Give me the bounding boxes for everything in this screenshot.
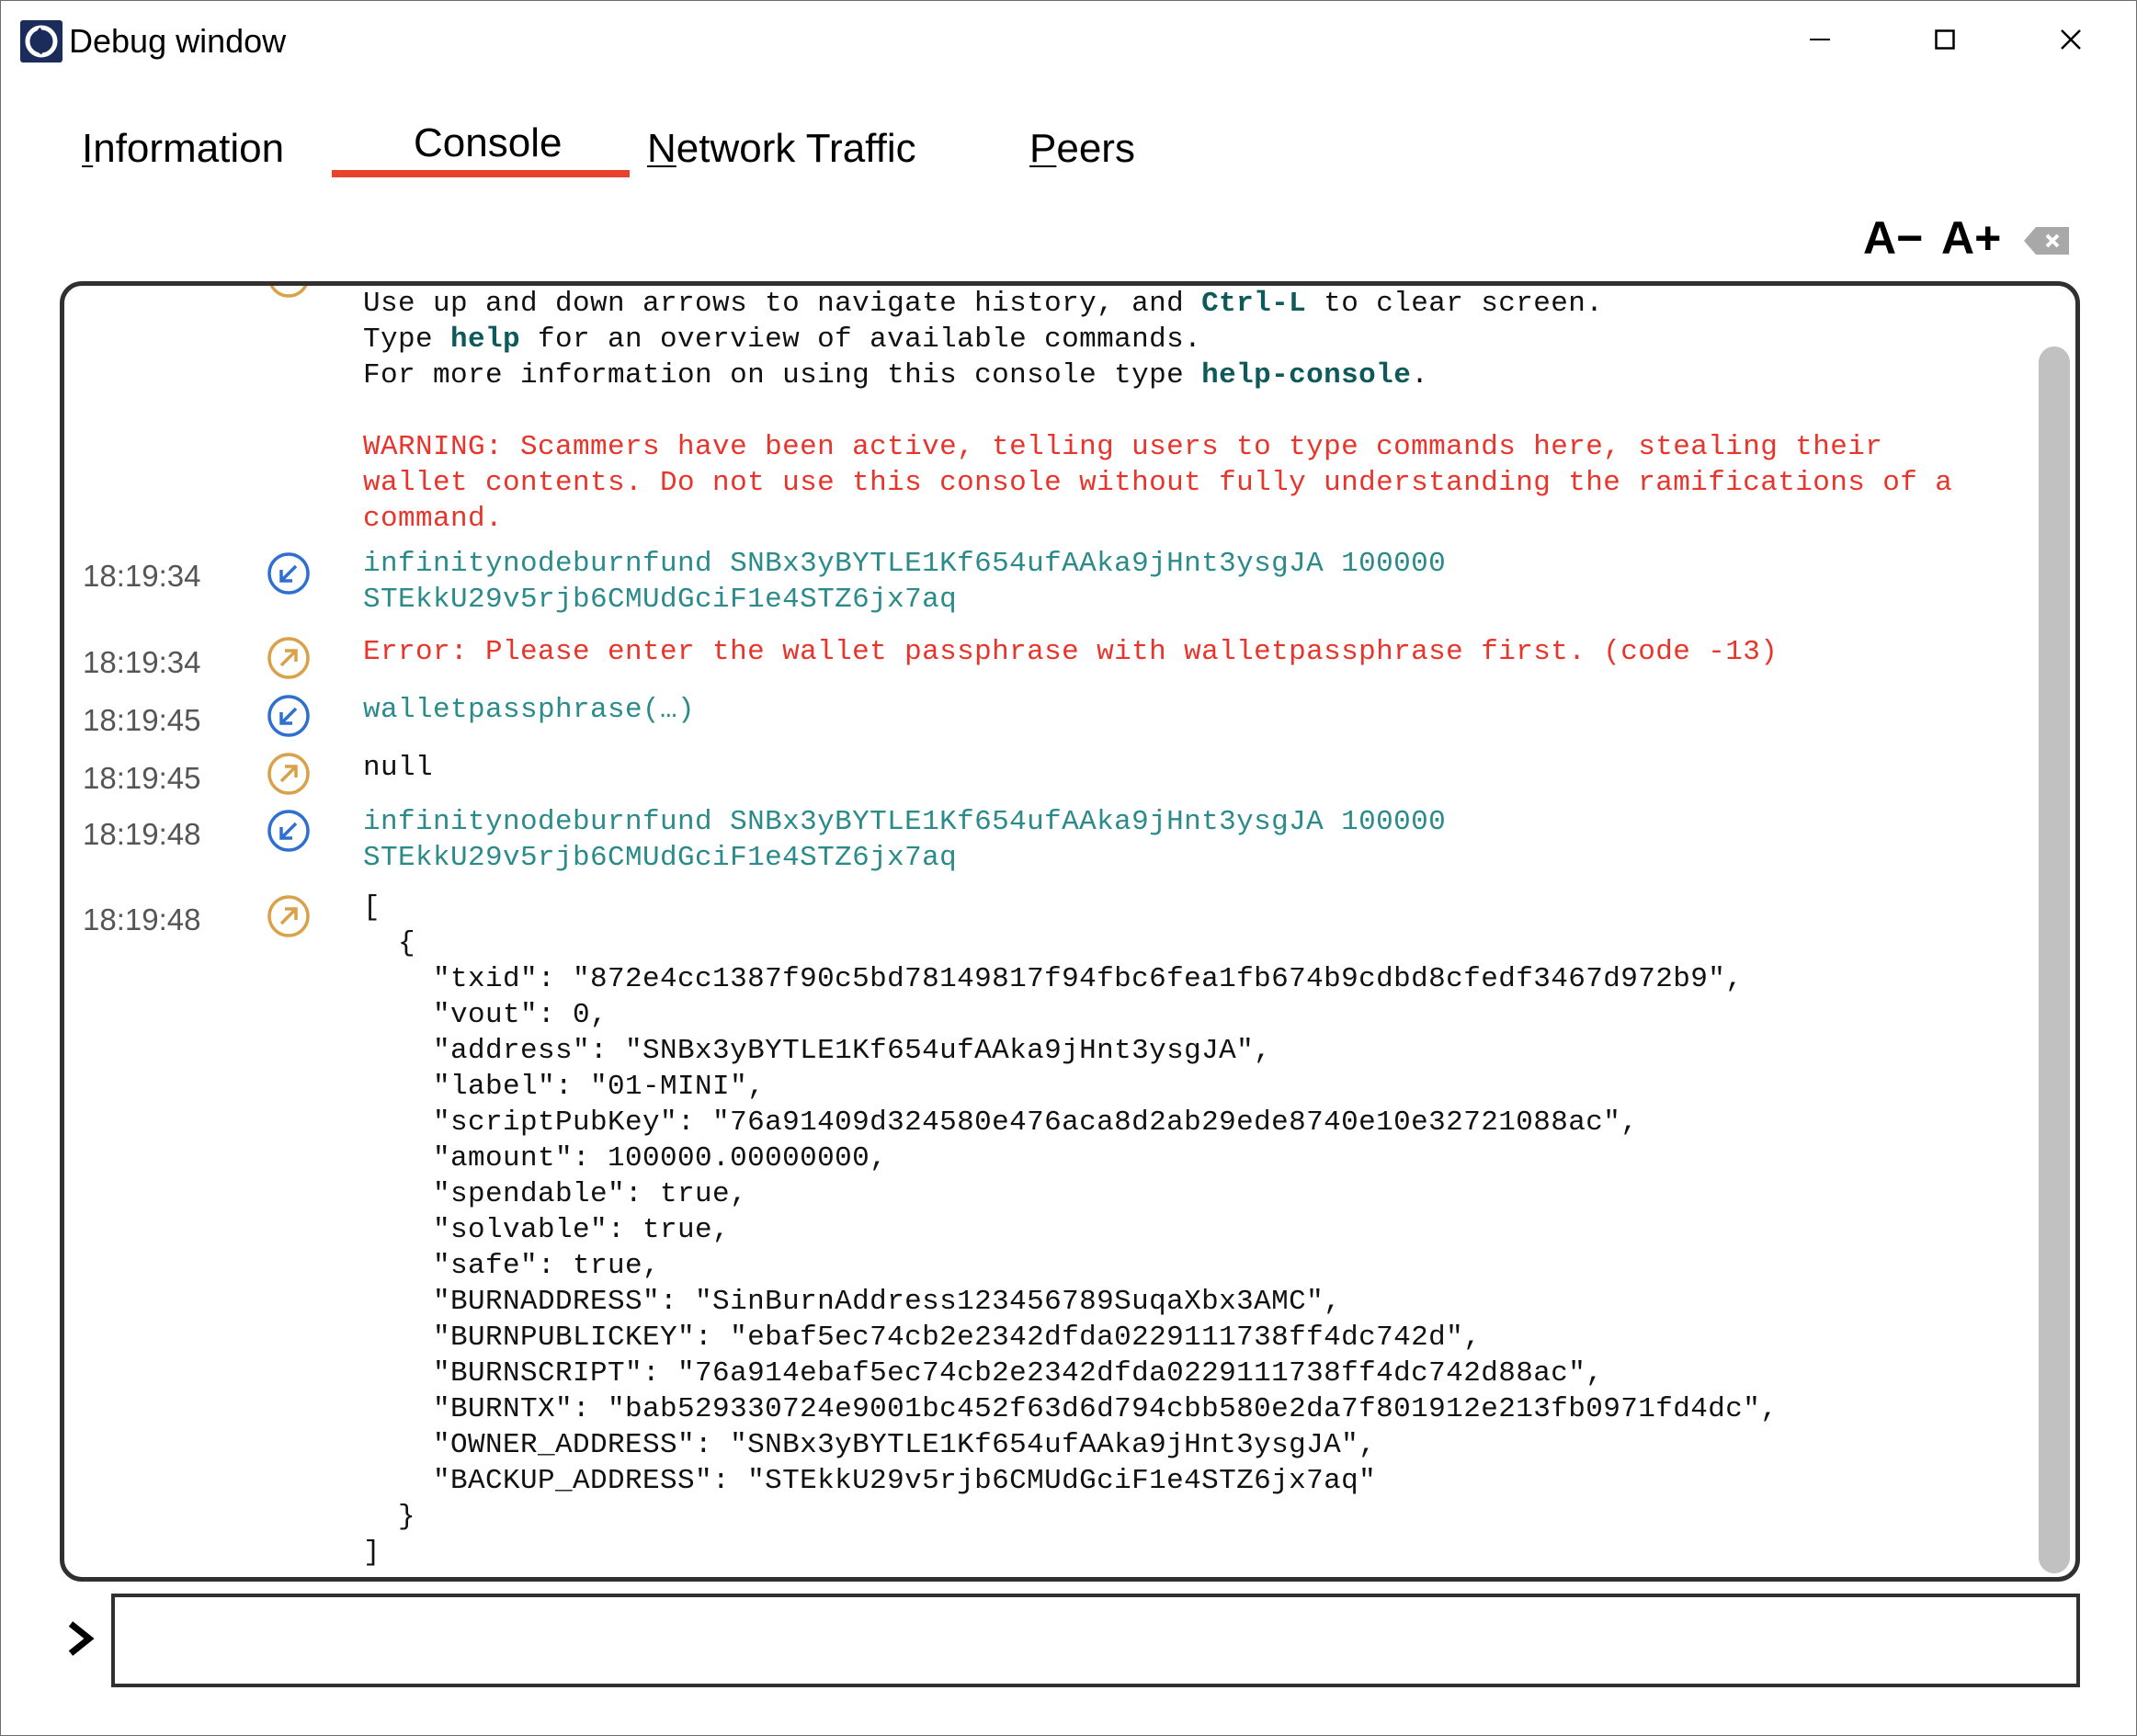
security-warning: WARNING: Scammers have been active, tell… — [363, 431, 1953, 535]
app-logo-icon — [20, 20, 63, 62]
debug-window: Debug window Information Console Network… — [0, 0, 2137, 1736]
tab-console[interactable]: Console — [414, 118, 562, 169]
clear-console-icon — [2024, 227, 2069, 255]
timestamp: 18:19:34 — [83, 559, 201, 593]
font-decrease-button[interactable]: A− — [1863, 210, 1923, 266]
title-bar: Debug window — [1, 1, 2137, 84]
message-text: walletpassphrase(…) — [363, 694, 696, 726]
message-text: null — [363, 752, 434, 784]
window-title: Debug window — [69, 22, 287, 60]
timestamp: 18:19:34 — [83, 645, 201, 679]
timestamp: 18:19:48 — [83, 817, 201, 851]
active-tab-indicator — [332, 170, 630, 177]
maximize-button[interactable] — [1899, 14, 1991, 65]
minimize-button[interactable] — [1774, 14, 1866, 65]
arrow-out-circle-icon — [267, 636, 311, 680]
intro-line-3: For more information on using this conso… — [363, 359, 1429, 391]
console-input[interactable] — [111, 1594, 2080, 1687]
timestamp: 18:19:45 — [83, 761, 201, 795]
close-icon — [2061, 29, 2081, 50]
message-text: [ { "txid": "872e4cc1387f90c5bd78149817f… — [363, 891, 1779, 1569]
arrow-out-circle-icon — [267, 286, 311, 299]
arrow-out-circle-icon — [267, 894, 311, 938]
close-button[interactable] — [2025, 14, 2117, 65]
chevron-right-icon — [65, 1618, 97, 1659]
clear-console-button[interactable] — [2023, 225, 2071, 256]
timestamp: 18:19:48 — [83, 902, 201, 936]
message-text: infinitynodeburnfund SNBx3yBYTLE1Kf654uf… — [363, 548, 1447, 616]
minimize-icon — [1810, 39, 1830, 40]
intro-line-1: Use up and down arrows to navigate histo… — [363, 288, 1604, 320]
arrow-in-circle-icon — [267, 809, 311, 853]
arrow-out-circle-icon — [267, 752, 311, 796]
message-text: Error: Please enter the wallet passphras… — [363, 636, 1779, 668]
tab-peers[interactable]: Peers — [1029, 123, 1135, 175]
console-output[interactable]: Use up and down arrows to navigate histo… — [60, 281, 2080, 1582]
arrow-in-circle-icon — [267, 694, 311, 738]
timestamp: 18:19:45 — [83, 703, 201, 737]
console-scrollbar[interactable] — [2039, 346, 2070, 1573]
maximize-icon — [1935, 29, 1955, 50]
tab-network-traffic[interactable]: Network Traffic — [647, 123, 916, 175]
intro-line-2: Type help for an overview of available c… — [363, 323, 1202, 356]
message-text: infinitynodeburnfund SNBx3yBYTLE1Kf654uf… — [363, 806, 1447, 874]
font-increase-button[interactable]: A+ — [1941, 210, 2001, 266]
arrow-in-circle-icon — [267, 551, 311, 596]
tab-information[interactable]: Information — [82, 123, 284, 175]
